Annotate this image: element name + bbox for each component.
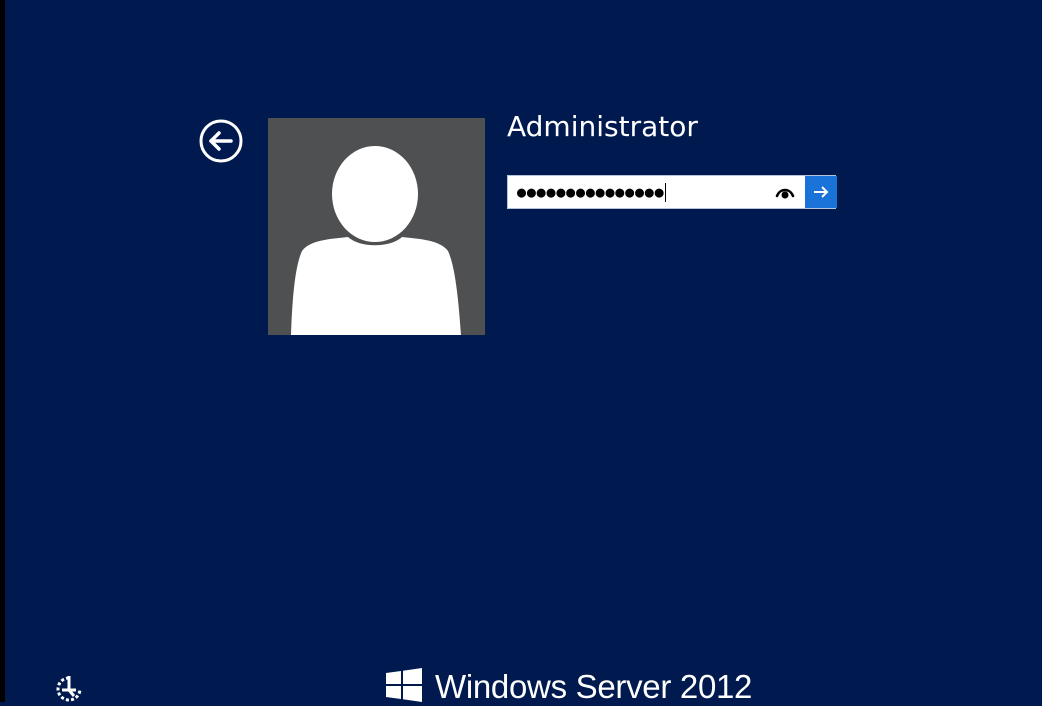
text-caret bbox=[665, 183, 666, 202]
windows-logo-icon bbox=[386, 668, 422, 702]
password-value: ●●●●●●●●●●●●●●● bbox=[517, 183, 665, 201]
password-field[interactable]: ●●●●●●●●●●●●●●● bbox=[507, 175, 837, 209]
user-silhouette-icon bbox=[291, 146, 461, 335]
back-button[interactable] bbox=[198, 118, 244, 164]
eye-icon bbox=[775, 188, 795, 199]
ease-of-access-icon bbox=[56, 676, 82, 702]
username-label: Administrator bbox=[507, 110, 698, 143]
arrow-right-icon bbox=[814, 186, 829, 198]
screen-edge bbox=[0, 0, 5, 702]
product-name: Windows Server 2012 bbox=[435, 668, 753, 705]
ease-of-access-button[interactable] bbox=[53, 674, 85, 702]
submit-button[interactable] bbox=[804, 176, 837, 208]
reveal-password-button[interactable] bbox=[774, 184, 796, 202]
back-arrow-icon bbox=[199, 119, 243, 163]
user-avatar bbox=[268, 118, 485, 335]
